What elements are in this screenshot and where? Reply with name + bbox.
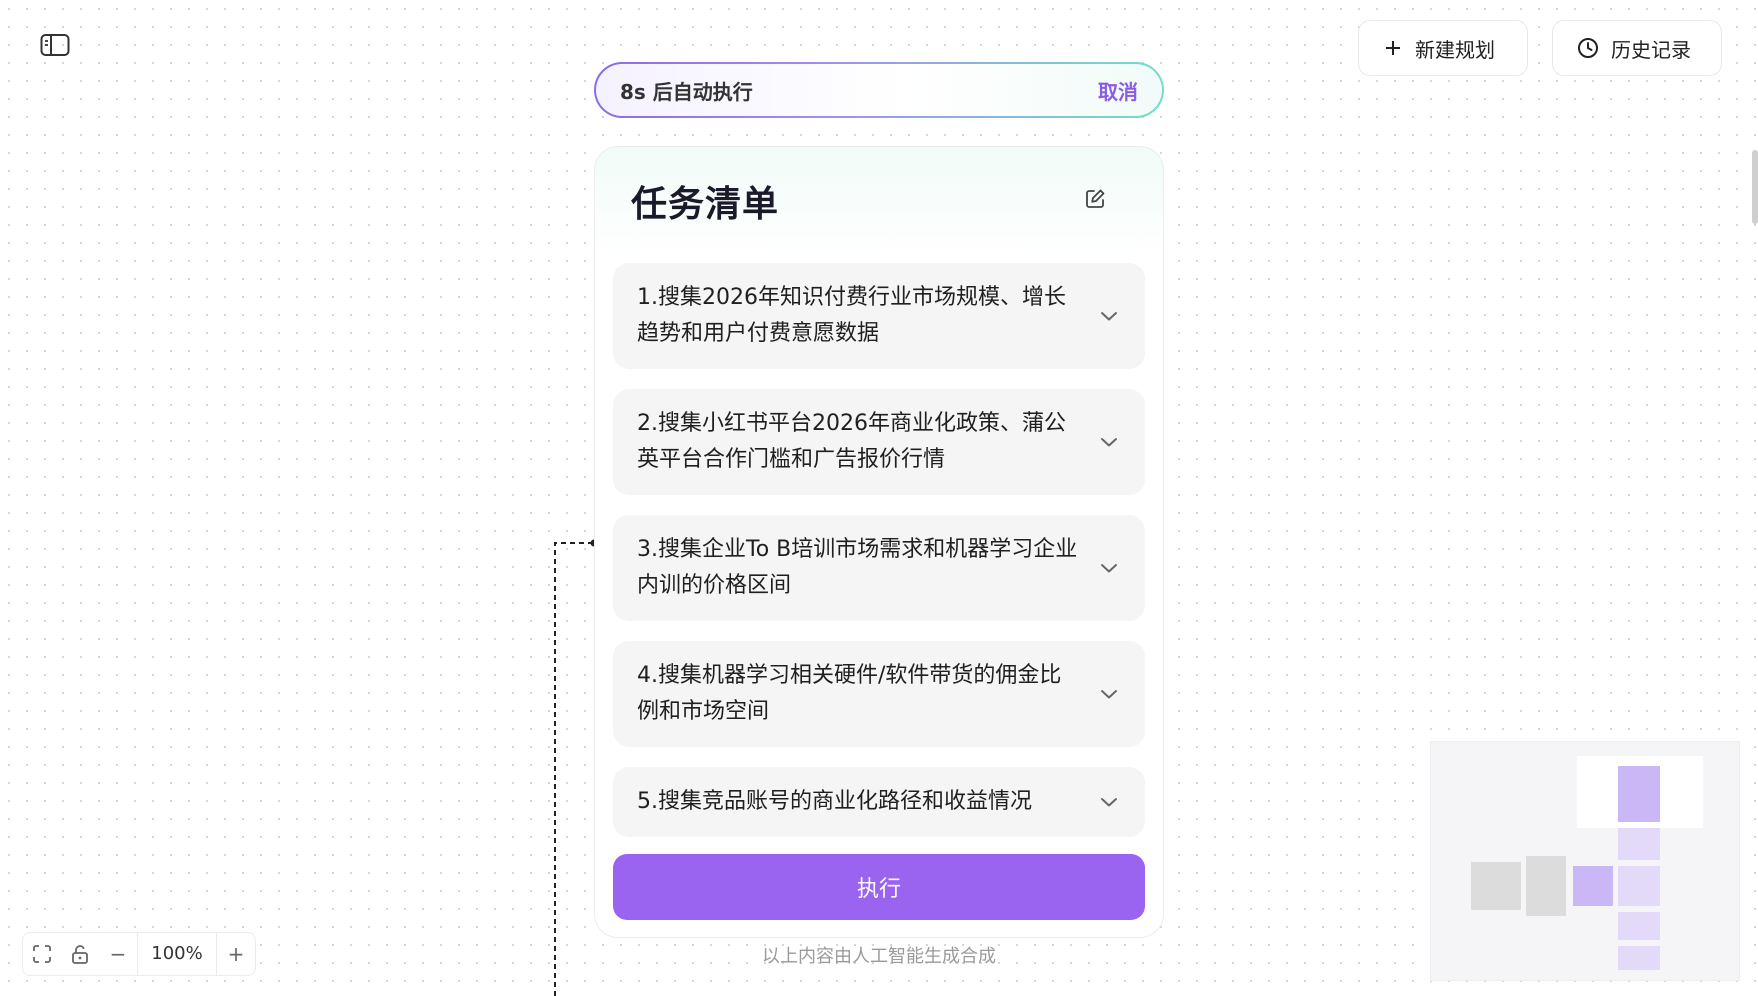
minimap-node [1573, 866, 1613, 906]
unlock-icon [72, 945, 88, 964]
clock-icon [1578, 38, 1598, 58]
ai-generated-note: 以上内容由人工智能生成合成 [762, 946, 996, 967]
minimap-node [1526, 856, 1566, 916]
history-button[interactable]: 历史记录 [1552, 20, 1722, 76]
edit-icon [1086, 189, 1105, 208]
connector-line [554, 539, 598, 996]
chevron-down-icon[interactable] [1099, 306, 1119, 326]
minimap-node [1618, 912, 1660, 940]
sidebar-toggle-button[interactable] [38, 28, 72, 62]
zoom-controls: − 100% + [22, 932, 256, 976]
fit-view-icon [33, 945, 51, 963]
task-label: 3.搜集企业To B培训市场需求和机器学习企业内训的价格区间 [637, 537, 1078, 598]
minimap-node [1618, 766, 1660, 822]
task-item[interactable]: 3.搜集企业To B培训市场需求和机器学习企业内训的价格区间 [613, 515, 1145, 621]
task-label: 5.搜集竞品账号的商业化路径和收益情况 [637, 789, 1032, 814]
chevron-down-icon[interactable] [1099, 792, 1119, 812]
edit-button[interactable] [1081, 185, 1109, 213]
chevron-down-icon[interactable] [1099, 684, 1119, 704]
minimap-node [1618, 866, 1660, 906]
fit-view-button[interactable] [23, 933, 61, 975]
execute-button[interactable]: 执行 [613, 854, 1145, 920]
plus-icon [1386, 41, 1400, 55]
history-label: 历史记录 [1611, 37, 1691, 62]
minimap-node [1618, 946, 1660, 970]
task-list-card: 任务清单 1.搜集2026年知识付费行业市场规模、增长趋势和用户付费意愿数据 2… [594, 146, 1164, 938]
task-list: 1.搜集2026年知识付费行业市场规模、增长趋势和用户付费意愿数据 2.搜集小红… [613, 263, 1145, 857]
task-item[interactable]: 1.搜集2026年知识付费行业市场规模、增长趋势和用户付费意愿数据 [613, 263, 1145, 369]
auto-execute-countdown: 8s 后自动执行 [620, 79, 753, 104]
minimap[interactable] [1430, 741, 1740, 981]
task-label: 1.搜集2026年知识付费行业市场规模、增长趋势和用户付费意愿数据 [637, 285, 1066, 346]
zoom-in-button[interactable]: + [217, 933, 255, 975]
chevron-down-icon[interactable] [1099, 558, 1119, 578]
minimap-node [1471, 862, 1521, 910]
card-title: 任务清单 [631, 184, 780, 225]
task-item[interactable]: 4.搜集机器学习相关硬件/软件带货的佣金比例和市场空间 [613, 641, 1145, 747]
sidebar-icon [40, 34, 70, 56]
new-plan-button[interactable]: 新建规划 [1358, 20, 1528, 76]
task-item[interactable]: 2.搜集小红书平台2026年商业化政策、蒲公英平台合作门槛和广告报价行情 [613, 389, 1145, 495]
task-label: 4.搜集机器学习相关硬件/软件带货的佣金比例和市场空间 [637, 663, 1062, 724]
scrollbar-thumb[interactable] [1752, 150, 1758, 224]
zoom-level: 100% [137, 933, 217, 975]
lock-button[interactable] [61, 933, 99, 975]
new-plan-label: 新建规划 [1415, 37, 1495, 62]
task-item[interactable]: 5.搜集竞品账号的商业化路径和收益情况 [613, 767, 1145, 837]
chevron-down-icon[interactable] [1099, 432, 1119, 452]
zoom-out-button[interactable]: − [99, 933, 137, 975]
minimap-node [1618, 828, 1660, 860]
task-label: 2.搜集小红书平台2026年商业化政策、蒲公英平台合作门槛和广告报价行情 [637, 411, 1066, 472]
auto-execute-banner: 8s 后自动执行 取消 [594, 62, 1164, 118]
cancel-button[interactable]: 取消 [1098, 76, 1138, 105]
